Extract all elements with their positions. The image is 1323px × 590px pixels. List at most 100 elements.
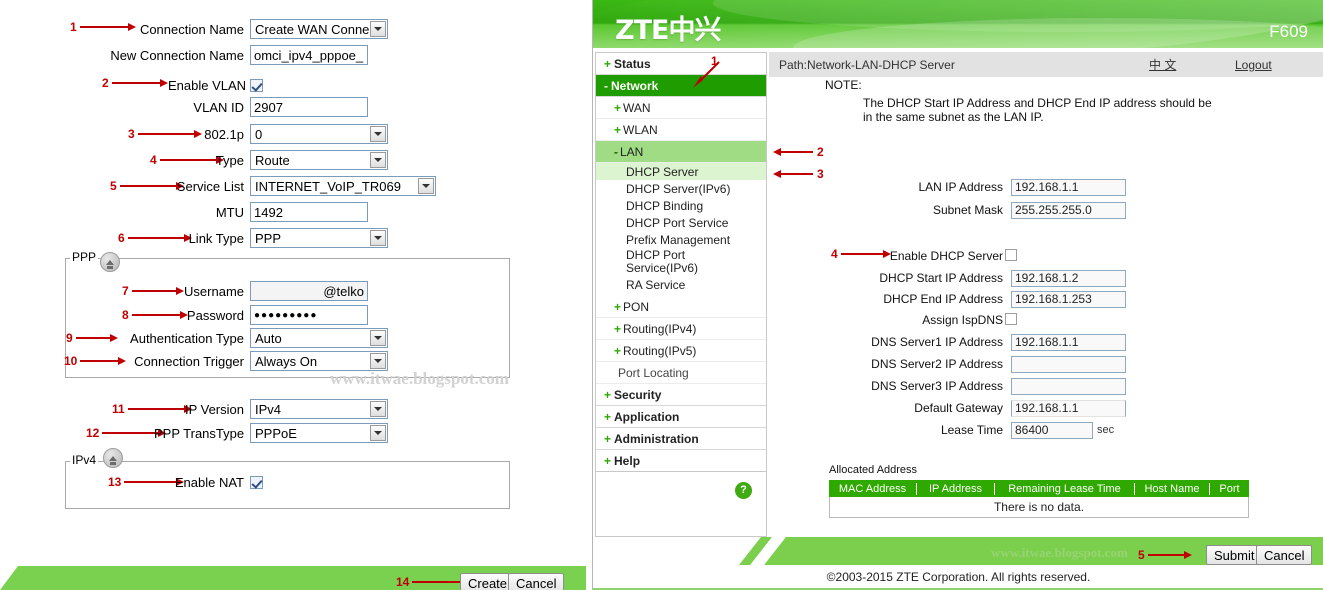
chevron-down-icon[interactable] xyxy=(370,330,386,346)
annotation-1: 1 xyxy=(70,20,136,34)
submit-button[interactable]: Submit xyxy=(1206,545,1263,565)
annotation-10-number: 10 xyxy=(64,354,78,368)
chevron-down-icon[interactable] xyxy=(370,152,386,168)
sidebar-item-ra-service[interactable]: RA Service xyxy=(596,276,766,293)
input-dhcp-start-ip[interactable]: 192.168.1.2 xyxy=(1011,270,1126,287)
annotation-r2: 2 xyxy=(773,145,827,159)
select-ip-version[interactable]: IPv4 xyxy=(250,399,388,419)
label-auth-type: Authentication Type xyxy=(130,330,244,346)
chevron-down-icon[interactable] xyxy=(370,425,386,441)
sidebar-item-pon[interactable]: + PON xyxy=(596,296,766,318)
chevron-down-icon[interactable] xyxy=(370,353,386,369)
annotation-3: 3 xyxy=(128,127,202,141)
lease-time-unit: sec xyxy=(1097,424,1115,436)
label-connection-name: Connection Name xyxy=(139,21,244,37)
label-enable-nat: Enable NAT xyxy=(174,474,244,490)
input-username[interactable]: @telko xyxy=(250,281,368,301)
select-link-type[interactable]: PPP xyxy=(250,228,388,248)
field-row-enable-vlan: Enable VLAN xyxy=(168,74,263,96)
label-default-gateway: Default Gateway xyxy=(914,401,1003,415)
logout-link[interactable]: Logout xyxy=(1235,58,1272,72)
zte-logo: ZTE中兴 xyxy=(615,15,721,46)
input-password[interactable]: ●●●●●●●●● xyxy=(250,305,368,325)
input-lease-time[interactable]: 86400 xyxy=(1011,422,1093,439)
sidebar-item-security[interactable]: + Security xyxy=(596,384,766,406)
select-auth-type[interactable]: Auto xyxy=(250,328,388,348)
select-service-list-value: INTERNET_VoIP_TR069 xyxy=(255,178,401,194)
checkbox-enable-nat[interactable] xyxy=(250,475,263,489)
cancel-button-right[interactable]: Cancel xyxy=(1256,545,1313,565)
label-enable-vlan: Enable VLAN xyxy=(168,77,247,93)
input-subnet-mask[interactable]: 255.255.255.0 xyxy=(1011,202,1126,219)
sidebar-item-routing-ipv4[interactable]: + Routing(IPv4) xyxy=(596,318,766,340)
sidebar-item-administration[interactable]: + Administration xyxy=(596,428,766,450)
label-lease-time: Lease Time xyxy=(940,423,1003,437)
sidebar-help-row: ? xyxy=(596,472,766,508)
sidebar-item-status[interactable]: + Status xyxy=(596,53,766,75)
sidebar-item-dhcp-server[interactable]: DHCP Server xyxy=(596,163,766,180)
annotation-r1-arrow xyxy=(693,61,720,88)
sidebar-item-network[interactable]: - Network xyxy=(596,75,766,97)
label-dhcp-end-ip: DHCP End IP Address xyxy=(883,292,1003,306)
chevron-down-icon[interactable] xyxy=(370,21,386,37)
ipv4-collapse-toggle[interactable] xyxy=(103,448,123,468)
input-vlan-id[interactable]: 2907 xyxy=(250,97,368,117)
sidebar-item-dhcp-binding[interactable]: DHCP Binding xyxy=(596,197,766,214)
ppp-collapse-toggle[interactable] xyxy=(100,252,120,272)
input-dhcp-end-ip[interactable]: 192.168.1.253 xyxy=(1011,291,1126,308)
select-8021p[interactable]: 0 xyxy=(250,124,388,144)
input-dns2[interactable] xyxy=(1011,356,1126,373)
label-service-list: Service List xyxy=(176,178,244,194)
checkbox-enable-vlan[interactable] xyxy=(250,78,263,92)
sidebar-item-prefix-management[interactable]: Prefix Management xyxy=(596,231,766,248)
plus-icon: + xyxy=(614,122,622,137)
label-mtu: MTU xyxy=(215,204,244,220)
sidebar-item-port-locating[interactable]: Port Locating xyxy=(596,362,766,384)
sidebar-item-label: Port Locating xyxy=(618,365,689,380)
label-username: Username xyxy=(184,283,244,299)
chevron-down-icon[interactable] xyxy=(418,178,434,194)
input-mtu[interactable]: 1492 xyxy=(250,202,368,222)
sidebar-item-help[interactable]: + Help xyxy=(596,450,766,472)
cancel-button-left[interactable]: Cancel xyxy=(508,573,565,590)
input-lan-ip-address[interactable]: 192.168.1.1 xyxy=(1011,179,1126,196)
help-icon[interactable]: ? xyxy=(735,481,752,499)
input-dns3[interactable] xyxy=(1011,378,1126,395)
select-connection-trigger[interactable]: Always On xyxy=(250,351,388,371)
field-row-username: Username @telko xyxy=(180,280,368,302)
checkbox-assign-ispdns[interactable] xyxy=(1005,313,1017,325)
annotation-13-number: 13 xyxy=(108,475,122,489)
sidebar-item-application[interactable]: + Application xyxy=(596,406,766,428)
select-ppp-transtype[interactable]: PPPoE xyxy=(250,423,388,443)
language-switch-link[interactable]: 中 文 xyxy=(1149,56,1176,73)
input-default-gateway[interactable]: 192.168.1.1 xyxy=(1011,400,1126,417)
label-new-connection-name: New Connection Name xyxy=(110,47,244,63)
label-8021p: 802.1p xyxy=(204,126,244,142)
select-service-list[interactable]: INTERNET_VoIP_TR069 xyxy=(250,176,436,196)
chevron-down-icon[interactable] xyxy=(370,401,386,417)
sidebar-item-routing-ipv6[interactable]: + Routing(IPv5) xyxy=(596,340,766,362)
annotation-r4: 4 xyxy=(831,247,891,261)
sidebar-item-dhcp-port-service[interactable]: DHCP Port Service xyxy=(596,214,766,231)
plus-icon: + xyxy=(614,343,622,358)
sidebar-item-dhcp-server-ipv6[interactable]: DHCP Server(IPv6) xyxy=(596,180,766,197)
sidebar-item-lan[interactable]: - LAN xyxy=(596,141,766,163)
label-ip-version: IP Version xyxy=(184,401,244,417)
create-button[interactable]: Create xyxy=(460,573,516,590)
ipv4-group-title: IPv4 xyxy=(70,453,99,467)
annotation-14: 14 xyxy=(396,575,469,589)
sidebar-item-wan[interactable]: + WAN xyxy=(596,97,766,119)
select-type[interactable]: Route xyxy=(250,150,388,170)
sidebar-item-wlan[interactable]: + WLAN xyxy=(596,119,766,141)
input-dns1[interactable]: 192.168.1.1 xyxy=(1011,334,1126,351)
input-new-connection-name[interactable]: omci_ipv4_pppoe_ xyxy=(250,45,368,65)
select-auth-type-value: Auto xyxy=(255,330,282,346)
chevron-down-icon[interactable] xyxy=(370,126,386,142)
sidebar-item-dhcp-port-service-ipv6[interactable]: DHCP Port Service(IPv6) xyxy=(596,248,766,276)
select-connection-name[interactable]: Create WAN Conne xyxy=(250,19,388,39)
checkbox-enable-dhcp-server[interactable] xyxy=(1005,249,1017,261)
sidebar-item-label: DHCP Port Service(IPv6) xyxy=(626,248,699,275)
select-type-value: Route xyxy=(255,152,290,168)
chevron-down-icon[interactable] xyxy=(370,230,386,246)
